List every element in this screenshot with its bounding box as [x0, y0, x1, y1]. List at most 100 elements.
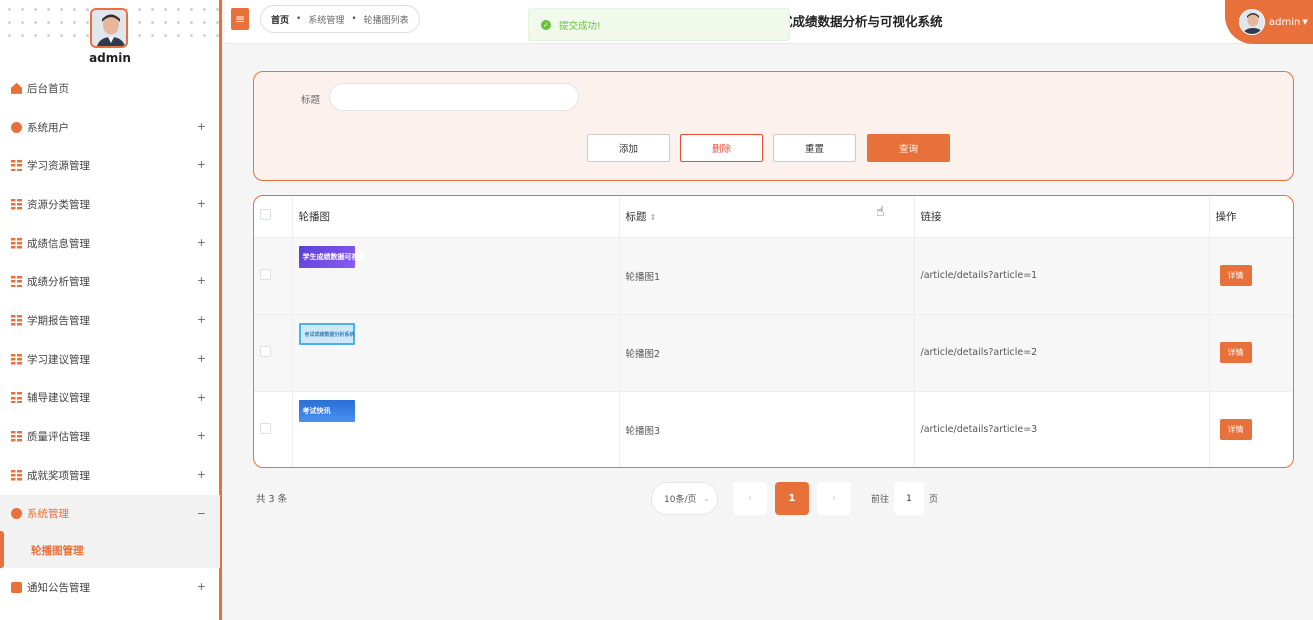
user-avatar[interactable] [90, 8, 128, 48]
sidebar-item-7[interactable]: 学习建议管理 + [0, 340, 220, 379]
total-count: 共 3 条 [256, 494, 288, 505]
expand-icon[interactable]: + [197, 352, 206, 365]
next-page-button[interactable]: › [817, 482, 851, 515]
expand-icon[interactable]: + [197, 158, 206, 171]
sidebar-item-2[interactable]: 学习资源管理 + [0, 146, 220, 185]
sidebar-item-label: 成绩分析管理 [27, 276, 90, 289]
title-label: 标题 [301, 95, 321, 106]
col-header-action: 操作 [1209, 196, 1293, 238]
expand-icon[interactable]: + [197, 274, 206, 287]
row-checkbox[interactable] [260, 268, 271, 280]
reset-button[interactable]: 重置 [773, 134, 856, 162]
row-select-cell [254, 391, 293, 467]
home-icon [11, 82, 22, 94]
pagination: 10条/页 ⌄ ‹ 1 › 前往 1 页 [651, 482, 938, 515]
query-button[interactable]: 查询 [867, 134, 950, 162]
hand-cursor-icon: ☝ [876, 204, 885, 220]
grid-icon [11, 160, 22, 172]
expand-icon[interactable]: + [197, 580, 206, 593]
toast-message: 提交成功! [559, 20, 601, 32]
select-all-checkbox[interactable] [260, 209, 271, 221]
grid-icon [11, 276, 22, 288]
breadcrumb-item-current: 轮播图列表 [363, 15, 409, 26]
sidebar-username: admin [89, 51, 131, 65]
expand-icon[interactable]: + [197, 391, 206, 404]
prev-page-button[interactable]: ‹ [733, 482, 767, 515]
expand-icon[interactable]: + [197, 120, 206, 133]
row-action-cell: 详情 [1209, 314, 1293, 392]
sidebar-item-6[interactable]: 学期报告管理 + [0, 301, 220, 340]
page-number-current[interactable]: 1 [775, 482, 809, 515]
delete-button[interactable]: 删除 [680, 134, 763, 162]
expand-icon[interactable]: + [197, 429, 206, 442]
detail-button[interactable]: 详情 [1219, 419, 1252, 440]
sidebar-item-0[interactable]: 后台首页 [0, 69, 220, 108]
row-action-cell: 详情 [1209, 391, 1293, 467]
expand-icon[interactable]: + [197, 236, 206, 249]
topbar: ≡ 首页 • 系统管理 • 轮播图列表 ✓ 提交成功! 式成绩数据分析与可视化系统 … [225, 0, 1313, 44]
row-title: 轮播图3 [619, 391, 915, 467]
page-size-value: 10条/页 [664, 495, 697, 505]
sidebar-item-label: 学习建议管理 [27, 353, 90, 366]
row-title: 轮播图1 [619, 237, 915, 315]
row-checkbox[interactable] [260, 422, 271, 434]
expand-icon[interactable]: + [197, 197, 206, 210]
sidebar-item-12[interactable]: 轮播图管理 [0, 531, 220, 569]
row-select-cell [254, 237, 293, 315]
table-row: 考试快讯 轮播图3/article/details?article=3 详情 [254, 391, 1293, 467]
sidebar-item-9[interactable]: 质量评估管理 + [0, 417, 220, 456]
grid-icon [11, 353, 22, 365]
search-panel: 标题 添加 删除 重置 查询 [253, 71, 1294, 181]
expand-icon[interactable]: + [197, 313, 206, 326]
carousel-thumbnail[interactable]: 考试快讯 [298, 399, 355, 422]
chevron-left-icon: ‹ [748, 493, 752, 504]
sidebar-item-10[interactable]: 成就奖项管理 + [0, 456, 220, 495]
row-checkbox[interactable] [260, 345, 271, 357]
gear-icon [11, 508, 22, 520]
sidebar-item-11[interactable]: 系统管理 − [0, 494, 220, 534]
page-size-select[interactable]: 10条/页 ⌄ [651, 482, 718, 515]
carousel-thumbnail[interactable]: 学生成绩数据可视化 [298, 245, 366, 268]
menu-toggle-button[interactable]: ≡ [231, 8, 249, 30]
chevron-down-icon: ▼ [1302, 18, 1308, 26]
table-row: 学生成绩数据可视化 轮播图1/article/details?article=1 详… [254, 237, 1293, 315]
sidebar-item-13[interactable]: 通知公告管理 + [0, 568, 220, 607]
detail-button[interactable]: 详情 [1219, 265, 1252, 286]
row-title: 轮播图2 [619, 314, 915, 392]
row-image-cell: 考试成绩数据分析系统 [292, 314, 620, 392]
thumbnail-text: 考试快讯 [302, 406, 331, 415]
sidebar-menu: 后台首页 系统用户 + 学习资源管理 + 资源分类管理 + 成绩信息管理 + 成绩分析管理 + 学期报… [0, 69, 220, 607]
chevron-right-icon: › [832, 493, 836, 504]
expand-icon[interactable]: − [197, 507, 206, 520]
sidebar-item-8[interactable]: 辅导建议管理 + [0, 379, 220, 418]
sidebar: admin 后台首页 系统用户 + 学习资源管理 + 资源分类管理 + 成绩信息管理 + 成绩分析… [0, 0, 222, 620]
sidebar-item-3[interactable]: 资源分类管理 + [0, 185, 220, 224]
breadcrumb-item-system[interactable]: 系统管理 [308, 13, 344, 26]
carousel-thumbnail[interactable]: 考试成绩数据分析系统 [298, 322, 355, 345]
user-icon [11, 121, 22, 133]
breadcrumb-item-home[interactable]: 首页 [271, 13, 289, 26]
table-row: 考试成绩数据分析系统 轮播图2/article/details?article=2… [254, 314, 1293, 392]
table-header-row: 轮播图 标题 ⇕ 链接 操作 [254, 196, 1293, 238]
user-avatar-small [1239, 9, 1265, 35]
sidebar-item-label: 学期报告管理 [27, 314, 90, 327]
add-button[interactable]: 添加 [587, 134, 670, 162]
row-image-cell: 考试快讯 [292, 391, 620, 467]
sidebar-item-4[interactable]: 成绩信息管理 + [0, 224, 220, 263]
col-header-link: 链接 [914, 196, 1210, 238]
sort-icon[interactable]: ⇕ [650, 213, 657, 222]
col-header-title[interactable]: 标题 ⇕ [619, 196, 915, 238]
sidebar-item-5[interactable]: 成绩分析管理 + [0, 262, 220, 301]
title-search-input[interactable] [329, 83, 579, 111]
user-menu-name: admin [1269, 16, 1301, 28]
user-menu[interactable]: admin ▼ [1225, 0, 1313, 44]
sidebar-item-1[interactable]: 系统用户 + [0, 108, 220, 147]
row-select-cell [254, 314, 293, 392]
sidebar-item-label: 质量评估管理 [27, 431, 90, 444]
detail-button[interactable]: 详情 [1219, 342, 1252, 363]
col-header-image: 轮播图 [292, 196, 620, 238]
goto-page-input[interactable]: 1 [894, 482, 925, 515]
check-circle-icon: ✓ [541, 19, 551, 30]
hamburger-icon: ≡ [234, 12, 246, 26]
expand-icon[interactable]: + [197, 468, 206, 481]
